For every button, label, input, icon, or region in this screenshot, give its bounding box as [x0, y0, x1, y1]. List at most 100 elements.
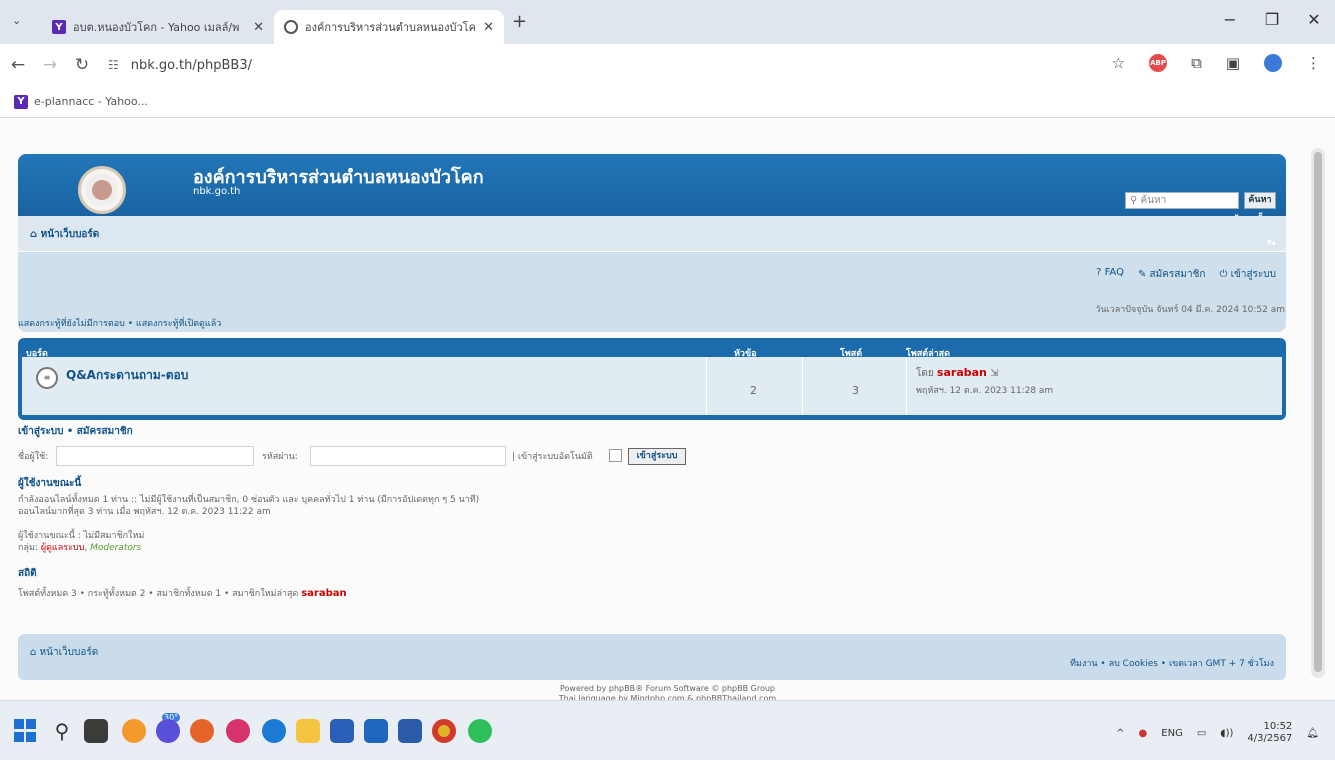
mail-icon[interactable] [364, 719, 388, 743]
tab-close-icon[interactable]: ✕ [253, 20, 264, 35]
web-page: องค์การบริหารส่วนตำบลหนองบัวโคก nbk.go.t… [0, 118, 1335, 703]
line-app-icon[interactable] [468, 719, 492, 743]
search-input[interactable]: ⚲ ค้นหา [1125, 192, 1239, 209]
autologin-label: | เข้าสู่ระบบอัตโนมัติ [512, 452, 593, 462]
footer-links[interactable]: ทีมงาน • ลบ Cookies • เขตเวลา GMT + 7 ชั… [1070, 656, 1274, 670]
faq-label: FAQ [1104, 267, 1124, 278]
file-explorer-icon[interactable] [296, 719, 320, 743]
site-subtitle: nbk.go.th [193, 186, 241, 197]
weather-widget-icon[interactable] [122, 719, 146, 743]
cell-divider [906, 357, 907, 415]
forum-row: ≡ Q&Aกระดานถาม-ตอบ 2 3 โดย saraban ⇲ พฤห… [22, 357, 1282, 415]
clock-date: 4/3/2567 [1247, 733, 1293, 744]
register-label: สมัครสมาชิก [1149, 269, 1206, 280]
password-field[interactable] [310, 446, 506, 466]
tray-chevron-icon[interactable]: ^ [1116, 728, 1124, 739]
address-bar[interactable]: ☷ nbk.go.th/phpBB3/ [108, 50, 1038, 80]
word-icon[interactable] [398, 719, 422, 743]
group-admin-link[interactable]: ผู้ดูแลระบบ [41, 543, 85, 553]
site-logo-seal[interactable] [78, 166, 126, 214]
tab-close-icon[interactable]: ✕ [483, 20, 494, 35]
bookmark-star-icon[interactable]: ☆ [1112, 54, 1125, 72]
user-links: ? FAQ ✎ สมัครสมาชิก ⏻ เข้าสู่ระบบ [1096, 267, 1276, 282]
last-post-user-link[interactable]: saraban [937, 366, 987, 379]
page-scrollbar[interactable] [1311, 148, 1325, 678]
yahoo-favicon-icon: Y [14, 94, 28, 109]
register-link[interactable]: ✎ สมัครสมาชิก [1138, 267, 1206, 282]
forum-posts-count: 3 [852, 384, 859, 397]
scrollbar-thumb[interactable] [1314, 152, 1322, 672]
login-button[interactable]: เข้าสู่ระบบ [628, 448, 686, 465]
search-icon: ⚲ [1130, 195, 1138, 206]
footer-nav: ⌂ หน้าเว็บบอร์ด ทีมงาน • ลบ Cookies • เข… [18, 634, 1286, 680]
side-panel-icon[interactable]: ▣ [1226, 54, 1240, 72]
groups-label: กลุ่ม: [18, 543, 38, 553]
forum-topics-count: 2 [750, 384, 757, 397]
tab-yahoo-mail[interactable]: Y อบต.หนองบัวโคก - Yahoo เมลล์/พ ✕ [42, 10, 274, 44]
board-index-link[interactable]: ⌂ หน้าเว็บบอร์ด [30, 227, 99, 242]
edge-icon[interactable] [262, 719, 286, 743]
clock-time: 10:52 [1263, 721, 1293, 732]
system-tray: ^ ● ENG ▭ ◖)) 10:52 4/3/2567 🔔︎ [1116, 721, 1319, 745]
store-icon[interactable] [330, 719, 354, 743]
login-section-header[interactable]: เข้าสู่ระบบ • สมัครสมาชิก [18, 424, 133, 439]
last-post-info: โดย saraban ⇲ พฤหัสฯ. 12 ต.ค. 2023 11:28… [916, 366, 1053, 397]
bookmarks-bar: Y e-plannacc - Yahoo... [0, 86, 1335, 118]
newest-user-link[interactable]: saraban [301, 588, 346, 599]
search-placeholder: ค้นหา [1140, 195, 1167, 206]
firefox-icon[interactable] [190, 719, 214, 743]
faq-link[interactable]: ? FAQ [1096, 267, 1124, 282]
volume-icon[interactable]: ◖)) [1220, 728, 1233, 739]
antivirus-icon[interactable]: ● [1139, 728, 1148, 739]
adblock-icon[interactable]: ABP [1149, 54, 1168, 72]
window-controls: − ❐ ✕ [1209, 10, 1335, 29]
browser-app-icon[interactable] [226, 719, 250, 743]
minimize-icon[interactable]: − [1209, 10, 1251, 29]
header-banner: องค์การบริหารส่วนตำบลหนองบัวโคก nbk.go.t… [18, 154, 1286, 225]
collapse-icon[interactable]: ▾▴ [1267, 238, 1276, 248]
forum-title-link[interactable]: Q&Aกระดานถาม-ตอบ [66, 366, 188, 385]
globe-favicon-icon [284, 20, 298, 34]
online-record: ออนไลน์มากที่สุด 3 ท่าน เมื่อ พฤหัสฯ. 12… [18, 507, 271, 517]
start-windows-icon[interactable] [14, 719, 38, 743]
view-latest-post-icon[interactable]: ⇲ [990, 368, 998, 379]
bookmark-item[interactable]: e-plannacc - Yahoo... [34, 95, 148, 108]
group-moderators-link[interactable]: Moderators [90, 543, 141, 553]
forward-icon[interactable]: → [36, 55, 64, 75]
menu-kebab-icon[interactable]: ⋮ [1306, 54, 1321, 72]
search-icon[interactable]: ⚲ [50, 719, 74, 743]
network-icon[interactable]: ▭ [1197, 728, 1206, 739]
chrome-icon[interactable] [432, 719, 456, 743]
autologin-checkbox[interactable] [609, 449, 622, 462]
new-tab-button[interactable]: + [512, 13, 527, 31]
notification-bell-icon[interactable]: 🔔︎ [1306, 728, 1319, 739]
footer-index-label: หน้าเว็บบอร์ด [39, 647, 99, 658]
tab-title: องค์การบริหารส่วนตำบลหนองบัวโค [305, 21, 476, 34]
close-window-icon[interactable]: ✕ [1293, 10, 1335, 29]
task-view-icon[interactable] [84, 719, 108, 743]
username-field[interactable] [56, 446, 254, 466]
tab-list-chevron-icon[interactable]: ⌄ [12, 14, 21, 27]
restore-icon[interactable]: ❐ [1251, 10, 1293, 29]
last-post-by: โดย [916, 368, 934, 379]
chat-app-icon[interactable] [156, 719, 180, 743]
site-info-icon[interactable]: ☷ [108, 58, 119, 72]
search-button[interactable]: ค้นหา [1244, 192, 1276, 209]
cell-divider [706, 357, 707, 415]
whos-online-header: ผู้ใช้งานขณะนี้ [18, 478, 82, 489]
reload-icon[interactable]: ↻ [68, 55, 96, 75]
yahoo-favicon-icon: Y [52, 20, 66, 34]
toolbar-actions: ☆ ABP ⧉ ▣ ⋮ [1112, 54, 1321, 72]
language-indicator[interactable]: ENG [1161, 728, 1183, 739]
extensions-icon[interactable]: ⧉ [1191, 54, 1202, 72]
clock[interactable]: 10:52 4/3/2567 [1247, 721, 1292, 745]
login-link[interactable]: ⏻ เข้าสู่ระบบ [1219, 267, 1276, 282]
footer-board-index-link[interactable]: ⌂ หน้าเว็บบอร์ด [30, 645, 98, 660]
current-datetime: วันเวลาปัจจุบัน จันทร์ 04 มี.ค. 2024 10:… [1095, 305, 1285, 315]
topic-quick-links[interactable]: แสดงกระทู้ที่ยังไม่มีการตอบ • แสดงกระทู้… [18, 316, 221, 330]
groups-legend: กลุ่ม: ผู้ดูแลระบบ, Moderators [18, 543, 142, 553]
forum-list: บอร์ด หัวข้อ โพสต์ โพสต์ล่าสุด ≡ Q&Aกระด… [18, 338, 1286, 420]
tab-nbk[interactable]: องค์การบริหารส่วนตำบลหนองบัวโค ✕ [274, 10, 504, 44]
back-icon[interactable]: ← [4, 55, 32, 75]
profile-avatar[interactable] [1264, 54, 1282, 72]
